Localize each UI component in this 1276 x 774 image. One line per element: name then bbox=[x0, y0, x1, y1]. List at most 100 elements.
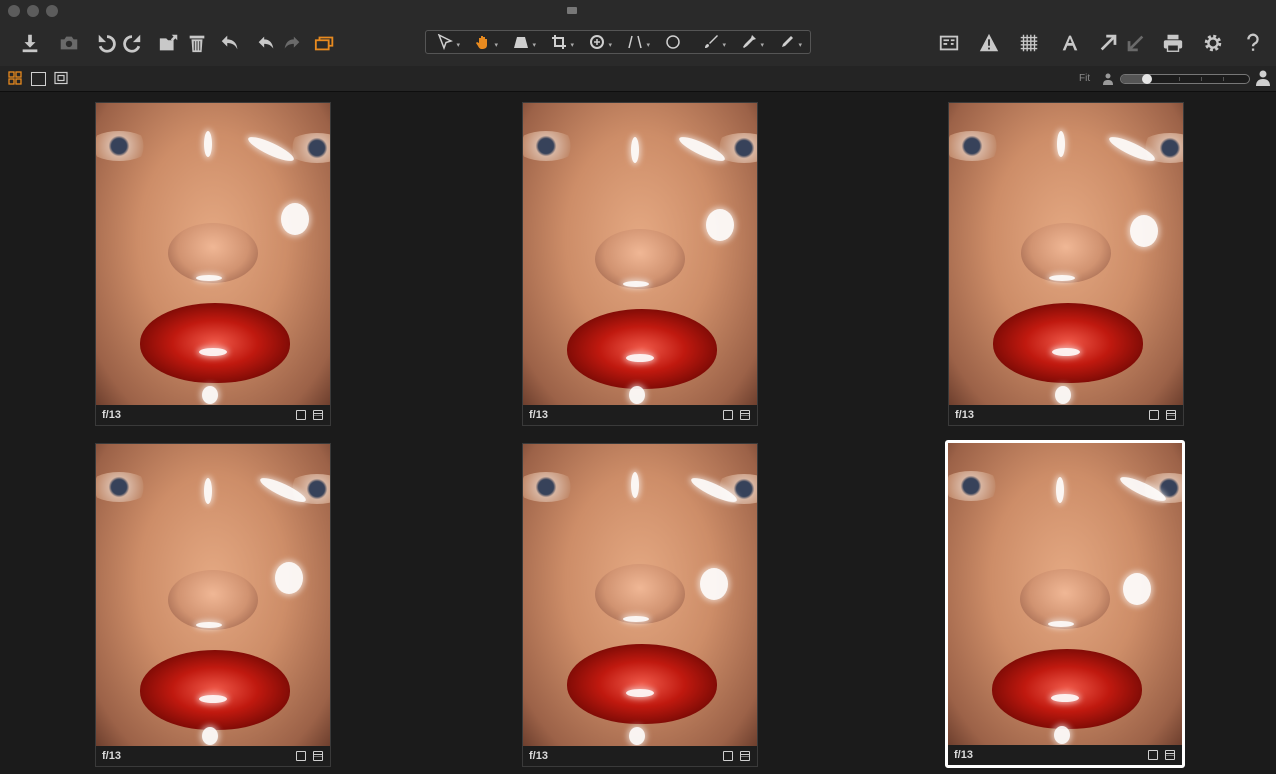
rotate-tool[interactable]: ▾ bbox=[578, 31, 616, 53]
photo-thumbnail[interactable] bbox=[523, 444, 757, 746]
main-toolbar: ▾ ▾ ▾ ▾ ▾ ▾ ▾ ▾ ▾ bbox=[0, 22, 1276, 67]
close-window-button[interactable] bbox=[8, 5, 20, 17]
title-bar bbox=[0, 0, 1276, 22]
thumbnail-grid: f/13 f/13 f/13 f/13 f/13 f/13 bbox=[0, 92, 1276, 774]
aperture-label: f/13 bbox=[529, 750, 548, 762]
select-checkbox-icon[interactable] bbox=[723, 751, 733, 761]
delete-button[interactable] bbox=[184, 30, 210, 56]
rotate-tool-icon bbox=[590, 35, 604, 49]
thumbnail-cell[interactable]: f/13 bbox=[522, 443, 758, 767]
download-icon bbox=[22, 34, 38, 53]
photo-thumbnail[interactable] bbox=[96, 103, 330, 405]
thumbnail-cell[interactable]: f/13 bbox=[948, 102, 1184, 426]
select-checkbox-icon[interactable] bbox=[296, 751, 306, 761]
hand-icon bbox=[476, 36, 487, 49]
perspective-tool[interactable]: ▾ bbox=[616, 31, 654, 53]
thumbnail-cell[interactable]: f/13 bbox=[522, 102, 758, 426]
cursor-tool-group: ▾ ▾ ▾ ▾ ▾ ▾ ▾ ▾ ▾ bbox=[425, 30, 811, 54]
info-icon[interactable] bbox=[313, 410, 323, 420]
select-tool[interactable]: ▾ bbox=[426, 31, 464, 53]
zoom-slider[interactable] bbox=[1120, 74, 1250, 84]
rotate-left-icon bbox=[98, 34, 116, 53]
select-checkbox-icon[interactable] bbox=[1148, 750, 1158, 760]
photo-thumbnail[interactable] bbox=[96, 444, 330, 746]
aperture-label: f/13 bbox=[955, 409, 974, 421]
eyedropper-icon bbox=[743, 35, 756, 48]
gear-icon bbox=[1204, 34, 1222, 52]
thumbnail-cell[interactable]: f/13 bbox=[95, 443, 331, 767]
reset-button[interactable] bbox=[217, 30, 243, 56]
thumbnail-caption-bar: f/13 bbox=[948, 745, 1182, 765]
compare-button[interactable] bbox=[936, 30, 962, 56]
arrow-down-left-icon bbox=[1127, 35, 1144, 52]
person-large-icon bbox=[1256, 70, 1270, 86]
photo-thumbnail[interactable] bbox=[948, 443, 1182, 745]
import-button[interactable] bbox=[17, 30, 43, 56]
minimize-window-button[interactable] bbox=[27, 5, 39, 17]
info-icon[interactable] bbox=[740, 751, 750, 761]
grid-view-icon[interactable] bbox=[8, 71, 22, 85]
thumbnail-cell[interactable]: f/13 bbox=[95, 102, 331, 426]
picker-tool[interactable]: ▾ bbox=[730, 31, 768, 53]
settings-button[interactable] bbox=[1200, 30, 1226, 56]
rotate-left-button[interactable] bbox=[94, 30, 120, 56]
pan-tool[interactable]: ▾ bbox=[464, 31, 502, 53]
pen-icon bbox=[782, 36, 793, 47]
trash-icon bbox=[189, 35, 205, 53]
rotate-right-button[interactable] bbox=[119, 30, 145, 56]
undo-button[interactable] bbox=[253, 30, 279, 56]
grid-button[interactable] bbox=[1016, 30, 1042, 56]
print-button[interactable] bbox=[1160, 30, 1186, 56]
info-icon[interactable] bbox=[313, 751, 323, 761]
zoom-window-button[interactable] bbox=[46, 5, 58, 17]
info-icon[interactable] bbox=[1166, 410, 1176, 420]
view-bar: Fit bbox=[0, 66, 1276, 92]
fit-label: Fit bbox=[1079, 73, 1091, 84]
apply-adjustments-button[interactable] bbox=[1122, 30, 1148, 56]
aperture-label: f/13 bbox=[102, 750, 121, 762]
move-to-folder-button[interactable] bbox=[156, 30, 182, 56]
zoom-slider-knob[interactable] bbox=[1141, 74, 1152, 84]
crop-tool[interactable]: ▾ bbox=[540, 31, 578, 53]
thumbnail-caption-bar: f/13 bbox=[96, 746, 330, 766]
select-checkbox-icon[interactable] bbox=[1149, 410, 1159, 420]
photo-thumbnail[interactable] bbox=[523, 103, 757, 405]
exposure-warning-button[interactable] bbox=[976, 30, 1002, 56]
single-view-icon[interactable] bbox=[31, 72, 46, 86]
annotate-tool[interactable]: ▾ bbox=[768, 31, 806, 53]
arrow-up-right-icon bbox=[1100, 34, 1117, 51]
spot-tool[interactable] bbox=[654, 31, 692, 53]
thumbnail-caption-bar: f/13 bbox=[949, 405, 1183, 425]
keystone-icon bbox=[514, 37, 528, 48]
capture-button[interactable] bbox=[56, 30, 82, 56]
compare-icon bbox=[939, 35, 959, 51]
thumbnail-caption-bar: f/13 bbox=[523, 746, 757, 766]
brush-tool[interactable]: ▾ bbox=[692, 31, 730, 53]
text-icon bbox=[1062, 35, 1078, 51]
brush-icon bbox=[705, 35, 718, 48]
person-small-icon bbox=[1103, 72, 1113, 85]
redo-button[interactable] bbox=[279, 30, 305, 56]
help-icon bbox=[1247, 33, 1259, 51]
copy-adjustments-button[interactable] bbox=[1096, 30, 1122, 56]
select-checkbox-icon[interactable] bbox=[723, 410, 733, 420]
text-button[interactable] bbox=[1057, 30, 1083, 56]
arrow-cursor-icon bbox=[437, 34, 453, 50]
multi-view-icon[interactable] bbox=[54, 71, 68, 85]
warning-icon bbox=[979, 33, 999, 52]
stack-button[interactable] bbox=[312, 30, 338, 56]
photo-thumbnail[interactable] bbox=[949, 103, 1183, 405]
select-checkbox-icon[interactable] bbox=[296, 410, 306, 420]
info-icon[interactable] bbox=[1165, 750, 1175, 760]
thumbnail-cell[interactable]: f/13 bbox=[945, 440, 1185, 768]
rotate-right-icon bbox=[123, 34, 141, 53]
redo-icon bbox=[284, 36, 300, 49]
camera-icon bbox=[60, 36, 78, 50]
reset-icon bbox=[221, 35, 238, 50]
help-button[interactable] bbox=[1240, 30, 1266, 56]
keystone-tool[interactable]: ▾ bbox=[502, 31, 540, 53]
info-icon[interactable] bbox=[740, 410, 750, 420]
circle-icon bbox=[666, 35, 680, 49]
grid-icon bbox=[1020, 34, 1038, 52]
aperture-label: f/13 bbox=[529, 409, 548, 421]
